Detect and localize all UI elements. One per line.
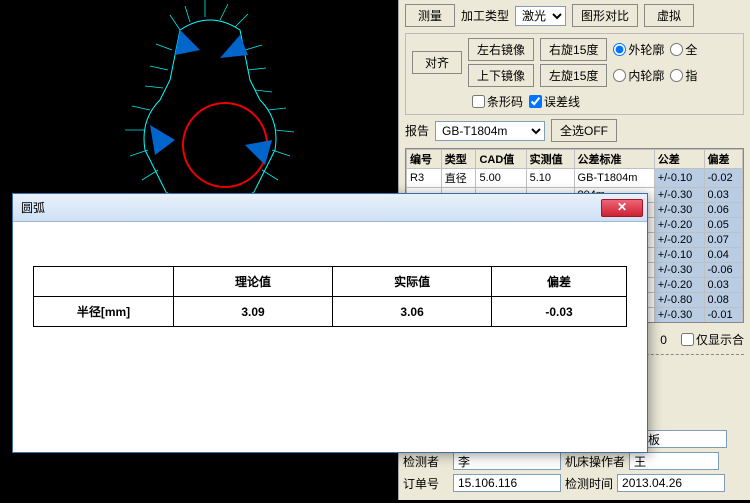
mirror-ud-button[interactable]: 上下镜像: [468, 64, 534, 87]
ptype-label: 加工类型: [461, 7, 509, 24]
col-meas[interactable]: 实测值: [526, 150, 574, 169]
shape-compare-button[interactable]: 图形对比: [572, 4, 638, 27]
dialog-titlebar[interactable]: 圆弧 ✕: [13, 194, 647, 222]
inner-contour-radio[interactable]: 内轮廓: [613, 67, 664, 84]
dialog-title: 圆弧: [21, 199, 45, 216]
outer-contour-radio[interactable]: 外轮廓: [613, 41, 664, 58]
errorline-checkbox[interactable]: 误差线: [529, 93, 580, 110]
arc-dialog: 圆弧 ✕ 理论值 实际值 偏差 半径[mm] 3.09 3.06 -0.03: [12, 193, 648, 453]
barcode-checkbox[interactable]: 条形码: [472, 93, 523, 110]
arc-row-label: 半径[mm]: [34, 297, 174, 327]
all-off-button[interactable]: 全选OFF: [551, 119, 617, 142]
rotate-right-15-button[interactable]: 右旋15度: [540, 38, 607, 61]
measure-button[interactable]: 测量: [405, 4, 455, 27]
rotate-left-15-button[interactable]: 左旋15度: [540, 64, 607, 87]
det-time-label: 检测时间: [565, 475, 613, 492]
col-dev[interactable]: 偏差: [704, 150, 743, 169]
inspector-label: 检测者: [403, 453, 449, 470]
order-input[interactable]: [453, 474, 561, 492]
operator-input[interactable]: [629, 452, 719, 470]
col-type[interactable]: 类型: [441, 150, 476, 169]
ptype-select[interactable]: 激光: [515, 6, 566, 26]
report-std-select[interactable]: GB-T1804m: [435, 121, 545, 141]
only-show-oor-checkbox[interactable]: 仅显示合: [681, 331, 744, 348]
arc-dev-val: -0.03: [492, 297, 627, 327]
col-cad[interactable]: CAD值: [476, 150, 526, 169]
det-time-input[interactable]: [617, 474, 725, 492]
table-row[interactable]: R3直径5.005.10GB-T1804m+/-0.10-0.02: [407, 169, 743, 188]
col-tol[interactable]: 公差: [654, 150, 704, 169]
col-id[interactable]: 编号: [407, 150, 442, 169]
arc-actual-val: 3.06: [333, 297, 492, 327]
virtualize-button[interactable]: 虚拟: [644, 4, 694, 27]
mirror-lr-button[interactable]: 左右镜像: [468, 38, 534, 61]
close-icon[interactable]: ✕: [601, 199, 643, 217]
order-label: 订单号: [403, 475, 449, 492]
col-std[interactable]: 公差标准: [574, 150, 654, 169]
arc-table: 理论值 实际值 偏差 半径[mm] 3.09 3.06 -0.03: [33, 266, 627, 327]
arc-col-theory: 理论值: [174, 267, 333, 297]
report-label: 报告: [405, 122, 429, 139]
arc-theory-val: 3.09: [174, 297, 333, 327]
inspector-input[interactable]: [453, 452, 561, 470]
align-button[interactable]: 对齐: [412, 51, 462, 74]
all-radio[interactable]: 全: [670, 41, 697, 58]
specify-radio[interactable]: 指: [670, 67, 697, 84]
items-count: 0: [660, 333, 667, 347]
arc-col-dev: 偏差: [492, 267, 627, 297]
arc-col-actual: 实际值: [333, 267, 492, 297]
operator-label: 机床操作者: [565, 453, 625, 470]
